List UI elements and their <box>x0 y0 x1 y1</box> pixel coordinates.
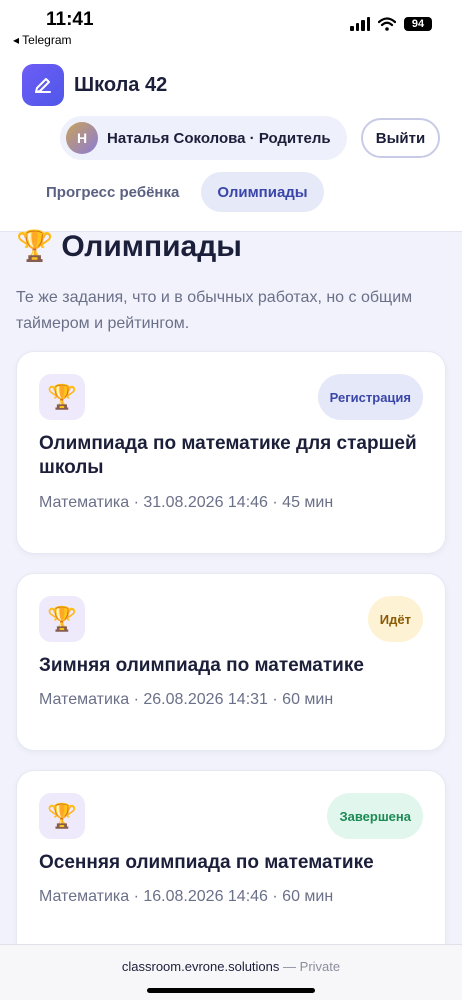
olympiad-title: Олимпиада по математике для старшей школ… <box>39 433 417 478</box>
status-icons: 94 <box>350 17 432 31</box>
private-label: — Private <box>283 959 341 974</box>
trophy-icon: 🏆 <box>16 230 54 263</box>
page-title: 🏆 Олимпиады <box>16 230 242 264</box>
olympiad-title: Зимняя олимпиада по математике <box>39 655 364 676</box>
trophy-icon: 🏆 <box>39 374 85 420</box>
tab-child-progress[interactable]: Прогресс ребёнка <box>30 172 195 212</box>
olympiad-meta: Математика · 31.08.2026 14:46 · 45 мин <box>39 494 334 511</box>
browser-bottom-bar: classroom.evrone.solutions — Private <box>0 944 462 1000</box>
battery-indicator: 94 <box>404 17 432 31</box>
olympiad-card[interactable]: 🏆 Идёт Зимняя олимпиада по математике Ма… <box>16 573 446 751</box>
page-heading: Олимпиады <box>61 230 242 263</box>
wifi-icon <box>378 17 396 31</box>
olympiad-title: Осенняя олимпиада по математике <box>39 852 374 873</box>
cellular-signal-icon <box>350 17 370 31</box>
tab-olympiads[interactable]: Олимпиады <box>201 172 324 212</box>
olympiad-meta: Математика · 16.08.2026 14:46 · 60 мин <box>39 888 334 905</box>
olympiad-card[interactable]: 🏆 Регистрация Олимпиада по математике дл… <box>16 351 446 554</box>
status-bar: 11:41 ◂ Telegram 94 <box>0 0 462 50</box>
olympiad-card[interactable]: 🏆 Завершена Осенняя олимпиада по математ… <box>16 770 446 960</box>
status-badge: Завершена <box>327 793 423 839</box>
address-bar[interactable]: classroom.evrone.solutions — Private <box>0 959 462 974</box>
status-time: 11:41 <box>46 9 94 30</box>
logout-button[interactable]: Выйти <box>361 118 440 158</box>
trophy-icon: 🏆 <box>39 596 85 642</box>
app-title: Школа 42 <box>74 74 168 96</box>
back-to-telegram-link[interactable]: ◂ Telegram <box>13 33 72 47</box>
user-name-role: Наталья Соколова · Родитель <box>107 129 331 147</box>
app-header: 11:41 ◂ Telegram 94 Школа 42 Н Наталья С… <box>0 0 462 232</box>
tab-bar: Прогресс ребёнка Олимпиады <box>30 172 324 212</box>
page-description: Те же задания, что и в обычных работах, … <box>16 289 413 332</box>
app-logo-pencil-icon <box>22 64 64 106</box>
status-badge: Регистрация <box>317 374 423 420</box>
status-badge: Идёт <box>367 596 423 642</box>
olympiad-meta: Математика · 26.08.2026 14:31 · 60 мин <box>39 691 334 708</box>
user-profile-pill[interactable]: Н Наталья Соколова · Родитель <box>60 116 347 160</box>
avatar: Н <box>66 122 98 154</box>
url-text: classroom.evrone.solutions <box>121 959 280 974</box>
home-indicator[interactable] <box>147 988 315 993</box>
trophy-icon: 🏆 <box>39 793 85 839</box>
